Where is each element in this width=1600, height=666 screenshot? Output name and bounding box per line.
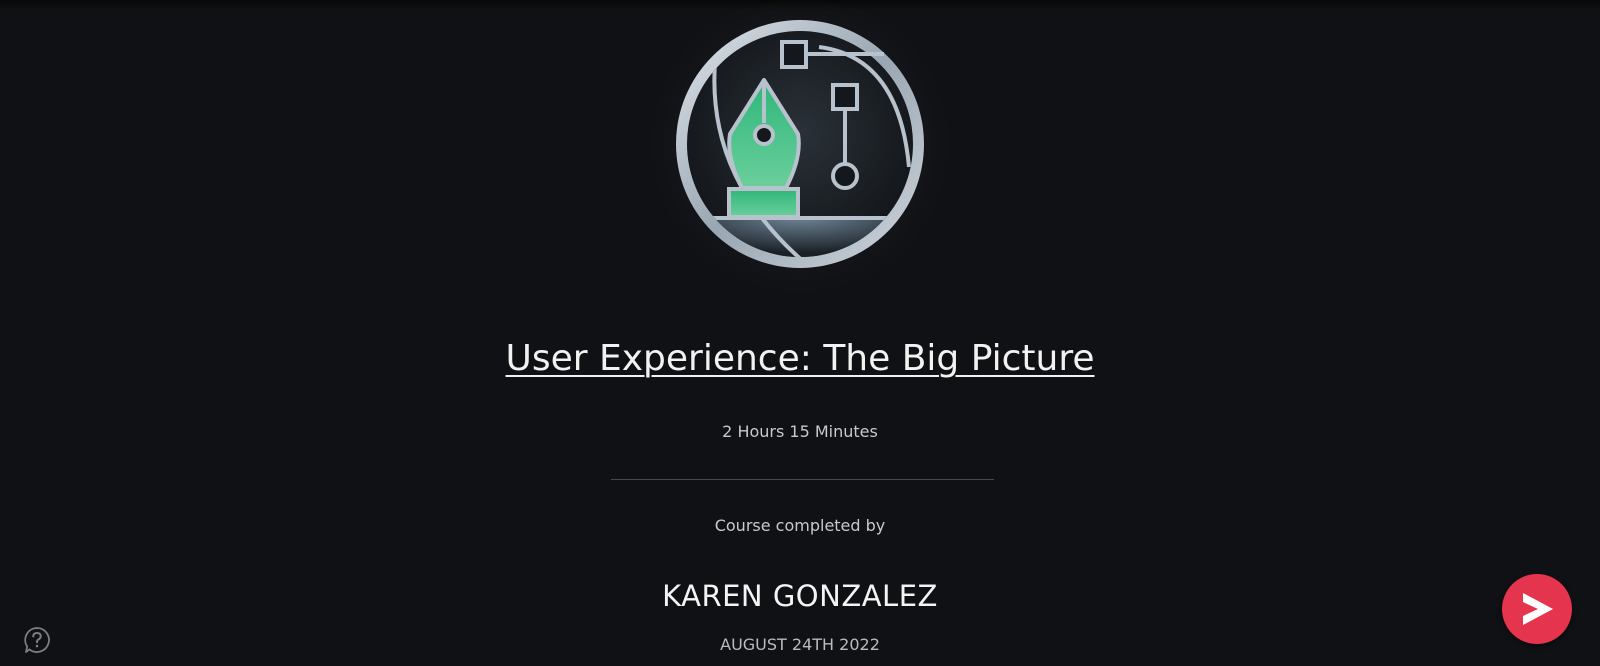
help-chat-icon [24, 627, 50, 653]
completion-date: AUGUST 24TH 2022 [720, 635, 880, 654]
learner-name: KAREN GONZALEZ [662, 579, 938, 613]
course-title: User Experience: The Big Picture [0, 338, 1600, 379]
course-duration: 2 Hours 15 Minutes [722, 422, 878, 441]
certificate-page: User Experience: The Big Picture 2 Hours… [0, 0, 1600, 666]
pen-tool-badge-icon [676, 20, 924, 268]
completed-by-label: Course completed by [714, 516, 886, 535]
play-button[interactable] [1502, 574, 1572, 644]
help-button[interactable] [22, 625, 52, 655]
course-title-link[interactable]: User Experience: The Big Picture [505, 338, 1094, 379]
divider [611, 479, 994, 480]
play-arrow-icon [1523, 593, 1553, 625]
